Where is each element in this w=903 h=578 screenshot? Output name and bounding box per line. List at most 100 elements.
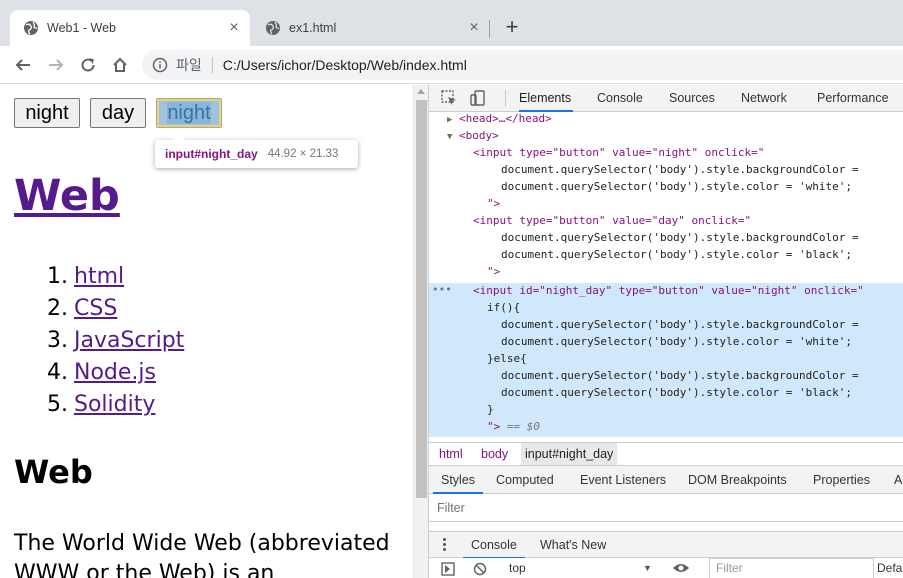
- globe-icon: [266, 21, 280, 35]
- dom-text: document.querySelector('body').style.bac…: [501, 369, 859, 382]
- dom-node-head[interactable]: ▶ <head>…</head>: [429, 112, 903, 127]
- dom-code-line: "> == $0: [429, 418, 903, 435]
- tab-strip: Web1 - Web × ex1.html × +: [0, 0, 903, 46]
- dom-text: <input id="night_day" type="button" valu…: [473, 284, 864, 297]
- list-number: 5.: [47, 392, 68, 417]
- url-text[interactable]: C:/Users/ichor/Desktop/Web/index.html: [223, 57, 467, 73]
- dom-text: document.querySelector('body').style.col…: [501, 335, 852, 348]
- list-number: 2.: [47, 296, 68, 321]
- dom-text: if(){: [487, 301, 521, 314]
- tab-event-listeners[interactable]: Event Listeners: [580, 466, 666, 494]
- address-bar[interactable]: 파일 C:/Users/ichor/Desktop/Web/index.html: [142, 50, 903, 80]
- tab-properties[interactable]: Properties: [813, 466, 870, 494]
- dom-code-line: document.querySelector('body').style.bac…: [429, 316, 903, 333]
- tooltip-selector: input#night_day: [165, 147, 258, 161]
- dom-node-body[interactable]: ▼ <body>: [429, 127, 903, 144]
- arrow-left-icon: [15, 59, 30, 71]
- drawer-tab-whats-new[interactable]: What's New: [540, 532, 606, 559]
- dom-text: ">: [487, 265, 501, 278]
- log-levels-select[interactable]: Defa: [877, 561, 902, 575]
- inspect-element-icon[interactable]: [440, 89, 458, 107]
- tooltip-selector-tag: input: [165, 147, 195, 161]
- dom-node-input-night-day[interactable]: <input id="night_day" type="button" valu…: [429, 282, 903, 299]
- tab-performance[interactable]: Performance: [817, 85, 889, 112]
- scroll-up-arrow-icon[interactable]: [417, 89, 425, 94]
- tab-computed[interactable]: Computed: [496, 466, 554, 494]
- tab-styles[interactable]: Styles: [433, 466, 484, 494]
- list-item: 1. html: [47, 261, 184, 293]
- dom-node-input-night[interactable]: <input type="button" value="night" oncli…: [429, 144, 903, 161]
- dom-text: }else{: [487, 352, 527, 365]
- tab-sources[interactable]: Sources: [669, 85, 715, 112]
- breadcrumb: html body input#night_day: [429, 442, 903, 466]
- device-toolbar-icon[interactable]: [469, 89, 487, 107]
- dom-text: <input type="button" value="night" oncli…: [473, 146, 765, 159]
- info-icon[interactable]: [152, 57, 168, 73]
- more-vertical-icon[interactable]: [443, 538, 447, 552]
- tab-web1[interactable]: Web1 - Web ×: [10, 10, 250, 46]
- night-day-button[interactable]: night: [156, 98, 222, 128]
- page-heading-link[interactable]: Web: [14, 171, 120, 221]
- eye-icon[interactable]: [672, 561, 690, 575]
- console-toolbar: top ▼ Filter Defa: [429, 558, 903, 578]
- dom-text: document.querySelector('body').style.col…: [501, 180, 852, 193]
- address-divider: [211, 57, 213, 73]
- paragraph-line: WWW or the Web) is an: [14, 561, 275, 578]
- link-solidity[interactable]: Solidity: [74, 392, 155, 417]
- paragraph-line: The World Wide Web (abbreviated: [14, 531, 390, 556]
- new-tab-button[interactable]: +: [500, 16, 524, 40]
- clear-console-icon[interactable]: [473, 562, 487, 576]
- breadcrumb-body[interactable]: body: [477, 443, 512, 465]
- list-item: 5. Solidity: [47, 389, 184, 421]
- link-css[interactable]: CSS: [74, 296, 117, 321]
- devtools-panel: Elements Console Sources Network Perform…: [428, 85, 903, 578]
- selected-node-marker: == $0: [506, 420, 540, 433]
- home-button[interactable]: [108, 53, 132, 77]
- breadcrumb-input[interactable]: input#night_day: [521, 443, 618, 465]
- close-icon[interactable]: ×: [466, 20, 482, 36]
- drawer-tab-console[interactable]: Console: [463, 532, 525, 559]
- tab-network[interactable]: Network: [741, 85, 787, 112]
- scrollbar-thumb[interactable]: [416, 100, 427, 498]
- link-javascript[interactable]: JavaScript: [74, 328, 184, 353]
- reload-icon: [81, 58, 95, 72]
- day-button[interactable]: day: [90, 98, 146, 128]
- dom-text: <body>: [459, 129, 499, 142]
- console-filter-input[interactable]: Filter: [716, 561, 743, 575]
- tab-elements[interactable]: Elements: [519, 85, 573, 112]
- chevron-down-icon[interactable]: ▼: [643, 563, 652, 573]
- list-number: 1.: [47, 264, 68, 289]
- styles-filter-input[interactable]: [437, 499, 737, 517]
- tab-ex1[interactable]: ex1.html ×: [252, 10, 490, 46]
- dom-code-line: document.querySelector('body').style.col…: [429, 178, 903, 195]
- list-number: 4.: [47, 360, 68, 385]
- page-scrollbar[interactable]: [413, 85, 428, 578]
- collapsed-triangle-icon[interactable]: ▶: [429, 115, 452, 125]
- close-icon[interactable]: ×: [226, 20, 242, 36]
- link-html[interactable]: html: [74, 264, 124, 289]
- dom-code-line: document.querySelector('body').style.bac…: [429, 367, 903, 384]
- list-number: 3.: [47, 328, 68, 353]
- tab-title: ex1.html: [289, 21, 337, 35]
- reload-button[interactable]: [76, 53, 100, 77]
- list-item: 2. CSS: [47, 293, 184, 325]
- forward-button[interactable]: [44, 53, 68, 77]
- dom-code-line: }: [429, 401, 903, 418]
- tab-console[interactable]: Console: [597, 85, 643, 112]
- section-heading: Web: [14, 453, 93, 491]
- tab-separator: [489, 20, 490, 38]
- expanded-triangle-icon[interactable]: ▼: [429, 132, 452, 142]
- link-nodejs[interactable]: Node.js: [74, 360, 156, 385]
- console-context-select[interactable]: top: [509, 561, 526, 575]
- dom-code-line: }else{: [429, 350, 903, 367]
- page-viewport: night day night input#night_day 44.92 × …: [0, 85, 413, 578]
- arrow-right-icon: [49, 59, 64, 71]
- dom-node-input-day[interactable]: <input type="button" value="day" onclick…: [429, 212, 903, 229]
- tab-dom-breakpoints[interactable]: DOM Breakpoints: [688, 466, 787, 494]
- breadcrumb-html[interactable]: html: [435, 443, 467, 465]
- back-button[interactable]: [11, 53, 35, 77]
- sidebar-toggle-icon[interactable]: [441, 562, 455, 576]
- tab-accessibility[interactable]: Ac: [894, 466, 903, 494]
- console-filter-box: Filter: [709, 558, 874, 578]
- night-button[interactable]: night: [14, 98, 80, 128]
